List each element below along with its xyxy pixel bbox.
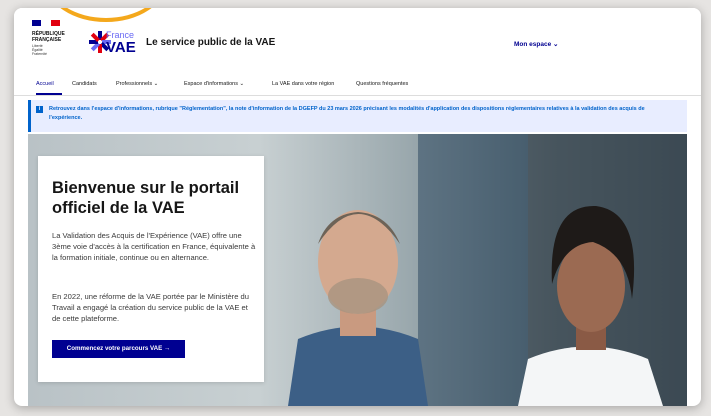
flag-icon	[32, 20, 60, 26]
start-vae-button[interactable]: Commencez votre parcours VAE →	[52, 340, 185, 358]
hero-reform-paragraph: En 2022, une réforme de la VAE portée pa…	[52, 292, 249, 323]
hero-title: Bienvenue sur le portail officiel de la …	[52, 179, 240, 217]
notice-text: Retrouvez dans l'espace d'informations, …	[49, 106, 645, 121]
motto-text: Liberté Égalité Fraternité	[32, 44, 47, 56]
hero-intro-paragraph: La Validation des Acquis de l'Expérience…	[52, 231, 256, 262]
nav-item-accueil[interactable]: Accueil	[36, 81, 54, 87]
site-title[interactable]: Le service public de la VAE	[146, 37, 275, 48]
republique-text: RÉPUBLIQUE FRANÇAISE	[32, 31, 65, 43]
nav-item-candidats[interactable]: Candidats	[72, 81, 97, 87]
main-nav: Accueil Candidats Professionnels ⌄ Espac…	[14, 74, 701, 96]
republique-francaise-logo[interactable]: RÉPUBLIQUE FRANÇAISE Liberté Égalité Fra…	[32, 20, 65, 58]
info-notice: i Retrouvez dans l'espace d'informations…	[28, 100, 687, 132]
browser-frame: RÉPUBLIQUE FRANÇAISE Liberté Égalité Fra…	[14, 8, 701, 406]
logo-vae-text: VAE	[106, 39, 136, 56]
nav-item-vae-region[interactable]: La VAE dans votre région	[272, 81, 334, 87]
man-figure	[288, 210, 428, 406]
nav-item-professionnels[interactable]: Professionnels ⌄	[116, 81, 158, 87]
nav-item-questions-frequentes[interactable]: Questions fréquentes	[356, 81, 408, 87]
france-vae-logo[interactable]: France VAE	[88, 28, 136, 58]
info-icon: i	[36, 106, 43, 113]
nav-item-espace-informations[interactable]: Espace d'informations ⌄	[184, 81, 244, 87]
active-tab-indicator	[36, 93, 62, 95]
mon-espace-button[interactable]: Mon espace ⌄	[514, 40, 558, 48]
hero-card: Bienvenue sur le portail officiel de la …	[38, 156, 264, 382]
hero-banner: Bienvenue sur le portail officiel de la …	[28, 134, 687, 406]
